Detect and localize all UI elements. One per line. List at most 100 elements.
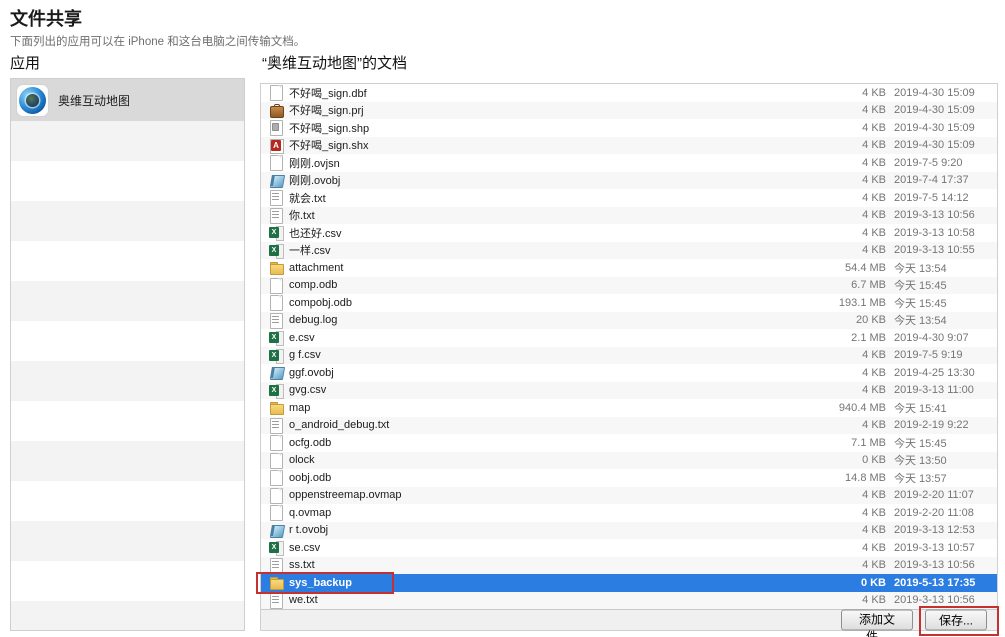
file-name: ocfg.odb	[289, 437, 826, 449]
file-row[interactable]: q.ovmap4 KB2019-2-20 11:08	[261, 504, 997, 522]
file-row[interactable]: e.csv2.1 MB2019-4-30 9:07	[261, 329, 997, 347]
file-date: 2019-7-5 14:12	[894, 192, 991, 204]
file-row[interactable]: olock0 KB今天 13:50	[261, 452, 997, 470]
file-row[interactable]: ggf.ovobj4 KB2019-4-25 13:30	[261, 364, 997, 382]
file-name: we.txt	[289, 594, 826, 606]
file-size: 7.1 MB	[826, 437, 886, 449]
file-name: r t.ovobj	[289, 524, 826, 536]
file-date: 今天 15:45	[894, 295, 991, 311]
text-file-icon	[269, 208, 283, 223]
file-row[interactable]: we.txt4 KB2019-3-13 10:56	[261, 592, 997, 610]
file-size: 4 KB	[826, 507, 886, 519]
file-name: 也还好.csv	[289, 225, 826, 241]
file-name: comp.odb	[289, 279, 826, 291]
file-date: 2019-3-13 10:56	[894, 209, 991, 221]
plain-file-icon	[269, 470, 283, 485]
apps-empty-stripes	[11, 121, 244, 630]
file-date: 今天 15:41	[894, 400, 991, 416]
file-row[interactable]: 不好喝_sign.dbf4 KB2019-4-30 15:09	[261, 84, 997, 102]
file-row[interactable]: attachment54.4 MB今天 13:54	[261, 259, 997, 277]
file-row[interactable]: map940.4 MB今天 15:41	[261, 399, 997, 417]
file-date: 2019-3-13 12:53	[894, 524, 991, 536]
folder-file-icon	[269, 260, 283, 275]
book-file-icon	[269, 173, 283, 188]
plain-file-icon	[269, 295, 283, 310]
file-name: q.ovmap	[289, 507, 826, 519]
file-date: 2019-4-30 15:09	[894, 87, 991, 99]
save-button[interactable]: 保存...	[925, 610, 987, 631]
file-row[interactable]: r t.ovobj4 KB 2019-3-13 12:53	[261, 522, 997, 540]
file-row[interactable]: debug.log20 KB今天 13:54	[261, 312, 997, 330]
file-row[interactable]: 也还好.csv4 KB2019-3-13 10:58	[261, 224, 997, 242]
file-date: 2019-2-19 9:22	[894, 419, 991, 431]
file-name: debug.log	[289, 314, 826, 326]
file-size: 4 KB	[826, 524, 886, 536]
text-file-icon	[269, 558, 283, 573]
file-size: 4 KB	[826, 209, 886, 221]
file-name: sys_backup	[289, 577, 826, 589]
file-date: 2019-3-13 10:57	[894, 542, 991, 554]
file-date: 2019-4-30 9:07	[894, 332, 991, 344]
page-subtitle: 下面列出的应用可以在 iPhone 和这台电脑之间传输文档。	[10, 33, 305, 49]
file-size: 4 KB	[826, 559, 886, 571]
file-size: 4 KB	[826, 244, 886, 256]
file-size: 4 KB	[826, 542, 886, 554]
excel-file-icon	[269, 540, 283, 555]
file-row[interactable]: ocfg.odb7.1 MB 今天 15:45	[261, 434, 997, 452]
file-row[interactable]: o_android_debug.txt4 KB2019-2-19 9:22	[261, 417, 997, 435]
file-row[interactable]: 刚刚.ovobj4 KB2019-7-4 17:37	[261, 172, 997, 190]
add-files-button[interactable]: 添加文件...	[841, 610, 913, 631]
file-date: 2019-3-13 10:55	[894, 244, 991, 256]
file-date: 今天 15:45	[894, 277, 991, 293]
file-name: oppenstreemap.ovmap	[289, 489, 826, 501]
file-size: 20 KB	[826, 314, 886, 326]
file-name: 刚刚.ovobj	[289, 172, 826, 188]
file-date: 2019-7-4 17:37	[894, 174, 991, 186]
file-date: 2019-4-30 15:09	[894, 104, 991, 116]
documents-panel: 不好喝_sign.dbf4 KB2019-4-30 15:09不好喝_sign.…	[260, 83, 998, 631]
file-row[interactable]: gvg.csv4 KB2019-3-13 11:00	[261, 382, 997, 400]
file-date: 2019-7-5 9:20	[894, 157, 991, 169]
file-name: 刚刚.ovjsn	[289, 155, 826, 171]
file-date: 2019-3-13 10:56	[894, 594, 991, 606]
file-name: 不好喝_sign.shx	[289, 137, 826, 153]
plain-file-icon	[269, 155, 283, 170]
excel-file-icon	[269, 225, 283, 240]
file-row[interactable]: compobj.odb193.1 MB今天 15:45	[261, 294, 997, 312]
file-name: map	[289, 402, 826, 414]
file-row[interactable]: 刚刚.ovjsn4 KB 2019-7-5 9:20	[261, 154, 997, 172]
file-row[interactable]: ss.txt4 KB2019-3-13 10:56	[261, 557, 997, 575]
file-row[interactable]: 不好喝_sign.shp4 KB2019-4-30 15:09	[261, 119, 997, 137]
file-size: 14.8 MB	[826, 472, 886, 484]
folder-file-icon	[269, 400, 283, 415]
file-size: 4 KB	[826, 122, 886, 134]
text-file-icon	[269, 418, 283, 433]
file-size: 4 KB	[826, 227, 886, 239]
file-size: 4 KB	[826, 384, 886, 396]
file-row[interactable]: 不好喝_sign.shx4 KB2019-4-30 15:09	[261, 137, 997, 155]
file-name: oobj.odb	[289, 472, 826, 484]
apps-panel: 奥维互动地图	[10, 78, 245, 631]
file-row[interactable]: 不好喝_sign.prj4 KB2019-4-30 15:09	[261, 102, 997, 120]
file-date: 今天 15:45	[894, 435, 991, 451]
file-row[interactable]: oppenstreemap.ovmap4 KB2019-2-20 11:07	[261, 487, 997, 505]
file-row[interactable]: 你.txt4 KB2019-3-13 10:56	[261, 207, 997, 225]
file-date: 2019-4-30 15:09	[894, 139, 991, 151]
file-name: 就会.txt	[289, 190, 826, 206]
file-name: compobj.odb	[289, 297, 826, 309]
folder-file-icon	[269, 575, 283, 590]
docred-file-icon	[269, 138, 283, 153]
docgray-file-icon	[269, 120, 283, 135]
file-date: 2019-5-13 17:35	[894, 577, 991, 589]
file-size: 4 KB	[826, 157, 886, 169]
file-row[interactable]: oobj.odb14.8 MB今天 13:57	[261, 469, 997, 487]
file-row[interactable]: se.csv4 KB2019-3-13 10:57	[261, 539, 997, 557]
file-row[interactable]: comp.odb6.7 MB今天 15:45	[261, 277, 997, 295]
file-row[interactable]: 一样.csv4 KB 2019-3-13 10:55	[261, 242, 997, 260]
app-item[interactable]: 奥维互动地图	[11, 79, 244, 121]
file-date: 2019-3-13 11:00	[894, 384, 991, 396]
file-row[interactable]: 就会.txt4 KB2019-7-5 14:12	[261, 189, 997, 207]
file-row[interactable]: g f.csv4 KB2019-7-5 9:19	[261, 347, 997, 365]
file-row[interactable]: sys_backup0 KB2019-5-13 17:35	[261, 574, 997, 592]
file-name: 一样.csv	[289, 242, 826, 258]
